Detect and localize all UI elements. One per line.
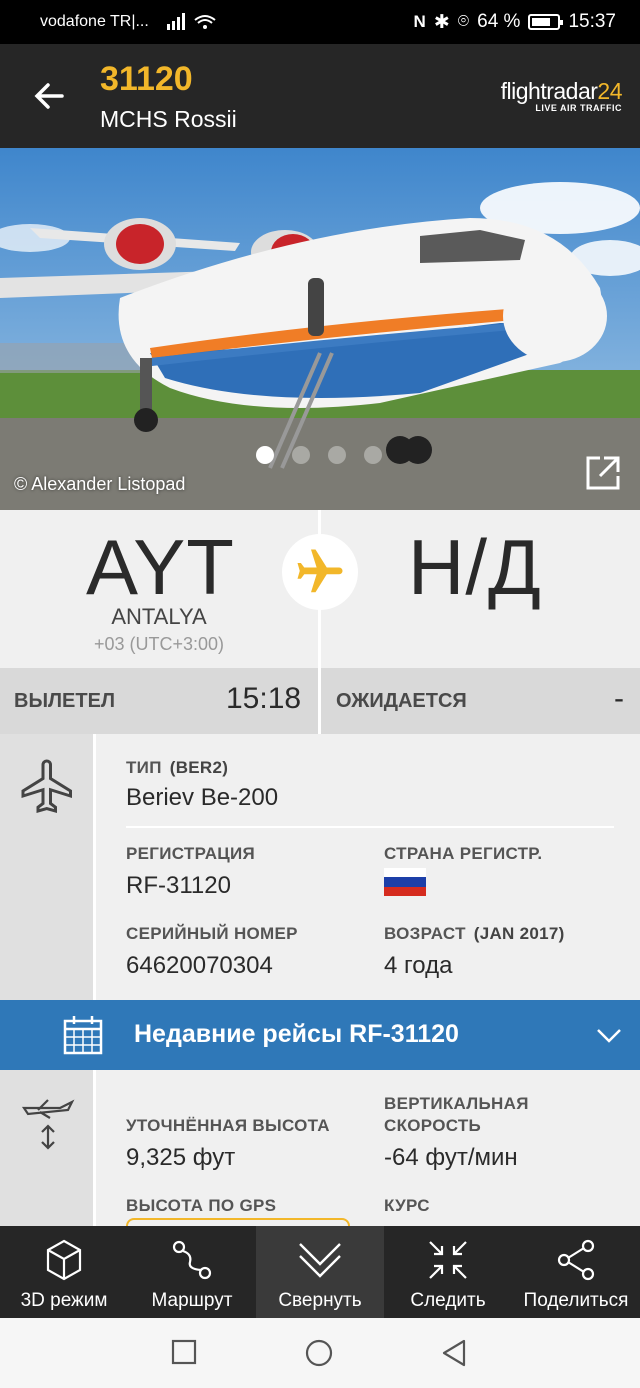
nav-3d-view[interactable]: 3D режим [0,1226,128,1318]
country-label: СТРАНА РЕГИСТР. [384,844,543,863]
departed-time: 15:18 [226,682,302,715]
info-divider [126,826,614,828]
origin-code: AYT [86,523,235,611]
origin-city: ANTALYA [111,604,207,629]
registration-label: РЕГИСТРАЦИЯ [126,844,256,863]
calibrated-altitude-value: 9,325 фут [126,1144,236,1171]
logo-brand-num: 24 [597,78,622,104]
nav-collapse[interactable]: Свернуть [256,1226,384,1318]
bottom-nav: 3D режим Маршрут Свернуть Следить Подели… [0,1226,640,1318]
registration-value: RF-31120 [126,872,231,899]
nav-share[interactable]: Поделиться [512,1226,640,1318]
times-row: ВЫЛЕТЕЛ 15:18 ОЖИДАЕТСЯ - [0,668,640,734]
route-icon [172,1240,212,1280]
type-label: ТИП (BER2) [126,758,229,777]
nav-share-label: Поделиться [523,1290,629,1311]
aircraft-photo[interactable]: © Alexander Listopad [0,148,640,510]
heading-label: КУРС [384,1196,430,1215]
vertical-speed-label-1: ВЕРТИКАЛЬНАЯ [384,1094,529,1113]
back-button[interactable] [28,74,72,118]
collapse-icon [299,1243,341,1278]
nav-route[interactable]: Маршрут [128,1226,256,1318]
gps-altitude-label: ВЫСОТА ПО GPS [126,1196,277,1215]
age-label: ВОЗРАСТ (JAN 2017) [384,924,565,943]
logo-brand: flightradar [500,78,598,104]
page-dot[interactable] [328,446,346,464]
nav-follow[interactable]: Следить [384,1226,512,1318]
home-icon[interactable] [304,1338,334,1368]
share-icon [557,1239,595,1281]
origin-timezone: +03 (UTC+3:00) [93,634,225,654]
nav-3d-label: 3D режим [20,1290,108,1311]
flight-number: 31120 [100,60,193,98]
altitude-icon [21,1099,75,1150]
system-back-icon[interactable] [440,1338,468,1368]
expected-label: ОЖИДАЕТСЯ [336,690,467,712]
open-external-icon [586,456,620,490]
route-panel: AYT ANTALYA +03 (UTC+3:00) Н/Д [0,510,640,668]
nav-follow-label: Следить [410,1290,486,1311]
serial-label: СЕРИЙНЫЙ НОМЕР [126,924,298,943]
page-dot[interactable] [364,446,382,464]
times-divider [318,668,321,734]
app-header: 31120 MCHS Rossii flightradar24 LIVE AIR… [0,44,640,148]
battery-percent: 64 % [477,11,521,32]
recent-flights-label: Недавние рейсы RF-31120 [134,1020,459,1048]
aircraft-info-panel: ТИП (BER2) Beriev Be-200 РЕГИСТРАЦИЯ RF-3… [0,734,640,1000]
signal-icon [166,12,219,32]
airplane-icon [297,549,343,593]
departed-label: ВЫЛЕТЕЛ [14,690,115,712]
aircraft-icon [21,759,72,813]
bluetooth-icon: ✱ [433,11,450,33]
chevron-down-icon [597,1029,621,1043]
page-dot[interactable] [256,446,274,464]
flightradar24-logo: flightradar24 LIVE AIR TRAFFIC [500,78,623,113]
calendar-icon [63,1016,103,1055]
altitude-side [0,1070,96,1226]
battery-icon [528,14,564,30]
airline-name: MCHS Rossii [100,106,237,132]
back-arrow-icon [34,83,64,109]
serial-value: 64620070304 [126,952,273,979]
carrier-name: vodafone TR|... [40,13,149,30]
type-value: Beriev Be-200 [126,784,279,811]
open-external-button[interactable] [584,454,622,492]
clock: 15:37 [568,11,616,32]
nav-collapse-label: Свернуть [278,1290,362,1311]
nav-route-label: Маршрут [151,1290,233,1311]
system-nav-bar [0,1318,640,1388]
nfc-icon: N [413,12,426,31]
age-value: 4 года [384,952,453,979]
follow-icon [429,1241,467,1279]
russia-flag-icon [384,868,426,896]
page-dot[interactable] [292,446,310,464]
recent-apps-icon[interactable] [170,1338,198,1366]
altitude-panel: УТОЧНЁННАЯ ВЫСОТА 9,325 фут ВЕРТИКАЛЬНАЯ… [0,1070,640,1226]
photo-credit: © Alexander Listopad [14,474,186,494]
vertical-speed-label-2: СКОРОСТЬ [384,1116,482,1135]
status-bar: vodafone TR|... N ✱ ⌾ 64 % 15:37 [0,0,640,44]
location-icon: ⌾ [457,11,470,32]
gps-upgrade-badge[interactable] [126,1218,350,1226]
calibrated-altitude-label: УТОЧНЁННАЯ ВЫСОТА [126,1116,330,1135]
expected-time: - [614,682,624,715]
photo-pagination [256,446,382,464]
aircraft-side [0,734,96,1000]
vertical-speed-value: -64 фут/мин [384,1144,518,1171]
destination-code: Н/Д [408,523,542,611]
route-plane-badge [282,534,358,610]
cube-icon [46,1239,82,1281]
recent-flights-bar[interactable]: Недавние рейсы RF-31120 [0,1000,640,1070]
